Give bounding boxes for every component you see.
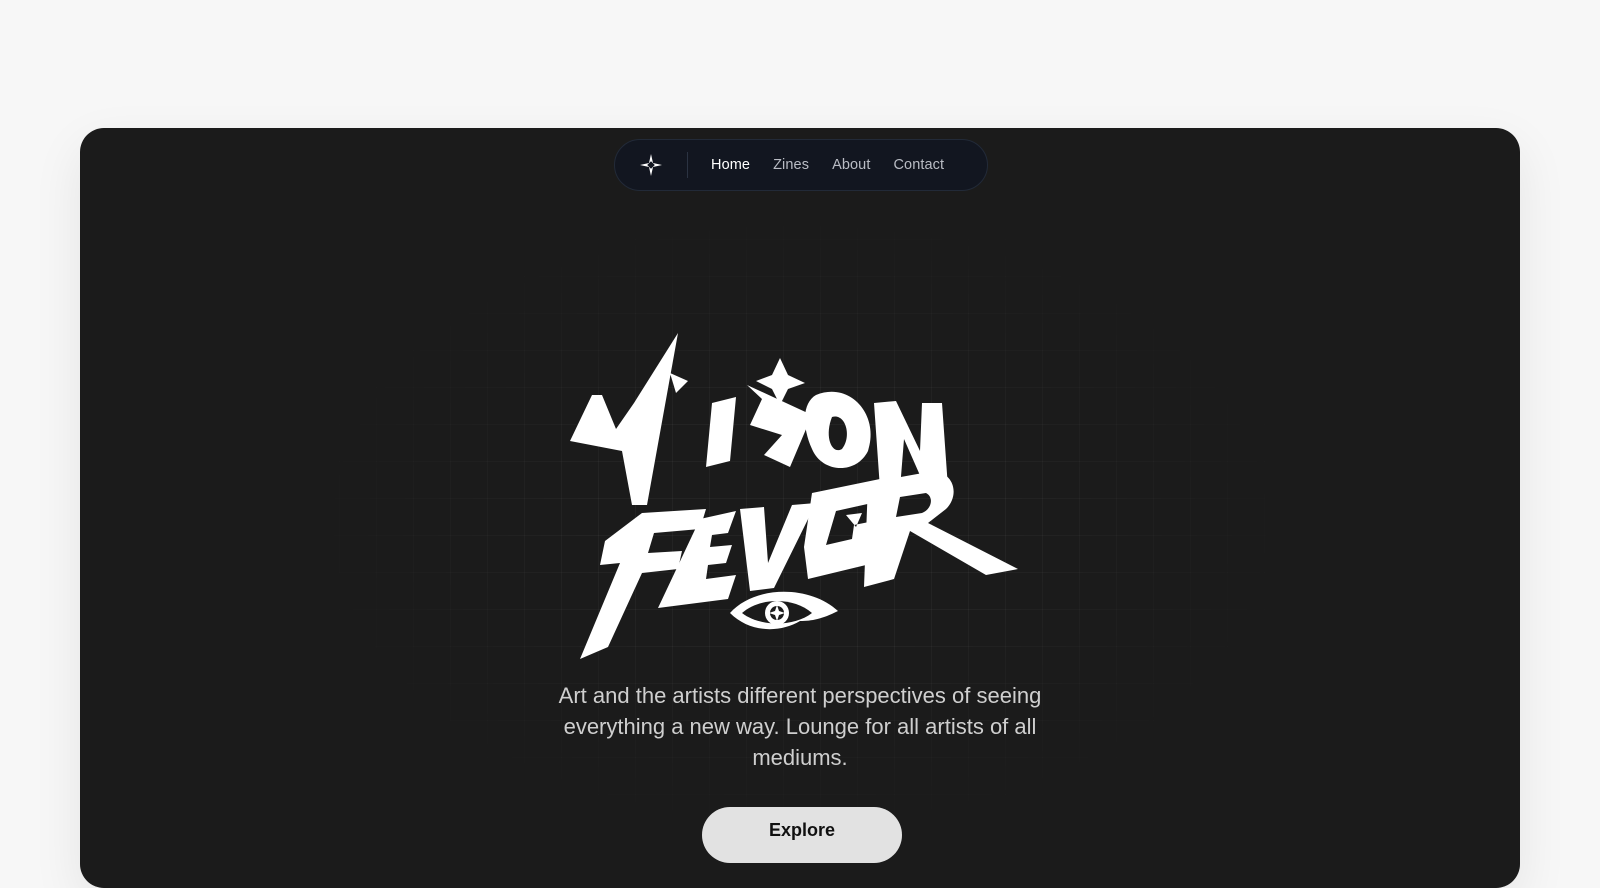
nav-link-zines[interactable]: Zines bbox=[773, 157, 809, 173]
vision-fever-logo bbox=[550, 333, 1050, 663]
vision-fever-wordmark bbox=[570, 333, 1018, 659]
nav-link-home[interactable]: Home bbox=[711, 157, 750, 173]
nav-link-contact[interactable]: Contact bbox=[893, 157, 944, 173]
top-nav: Home Zines About Contact bbox=[614, 139, 988, 191]
nav-links: Home Zines About Contact bbox=[688, 157, 944, 173]
eye-icon bbox=[730, 591, 838, 630]
nav-logo-button[interactable] bbox=[615, 140, 687, 190]
hero-tagline: Art and the artists different perspectiv… bbox=[558, 683, 1042, 770]
four-point-star-icon bbox=[640, 154, 662, 176]
explore-button[interactable]: Explore bbox=[702, 807, 902, 863]
hero-frame: Home Zines About Contact Art and the art… bbox=[80, 128, 1520, 888]
nav-link-about[interactable]: About bbox=[832, 157, 870, 173]
